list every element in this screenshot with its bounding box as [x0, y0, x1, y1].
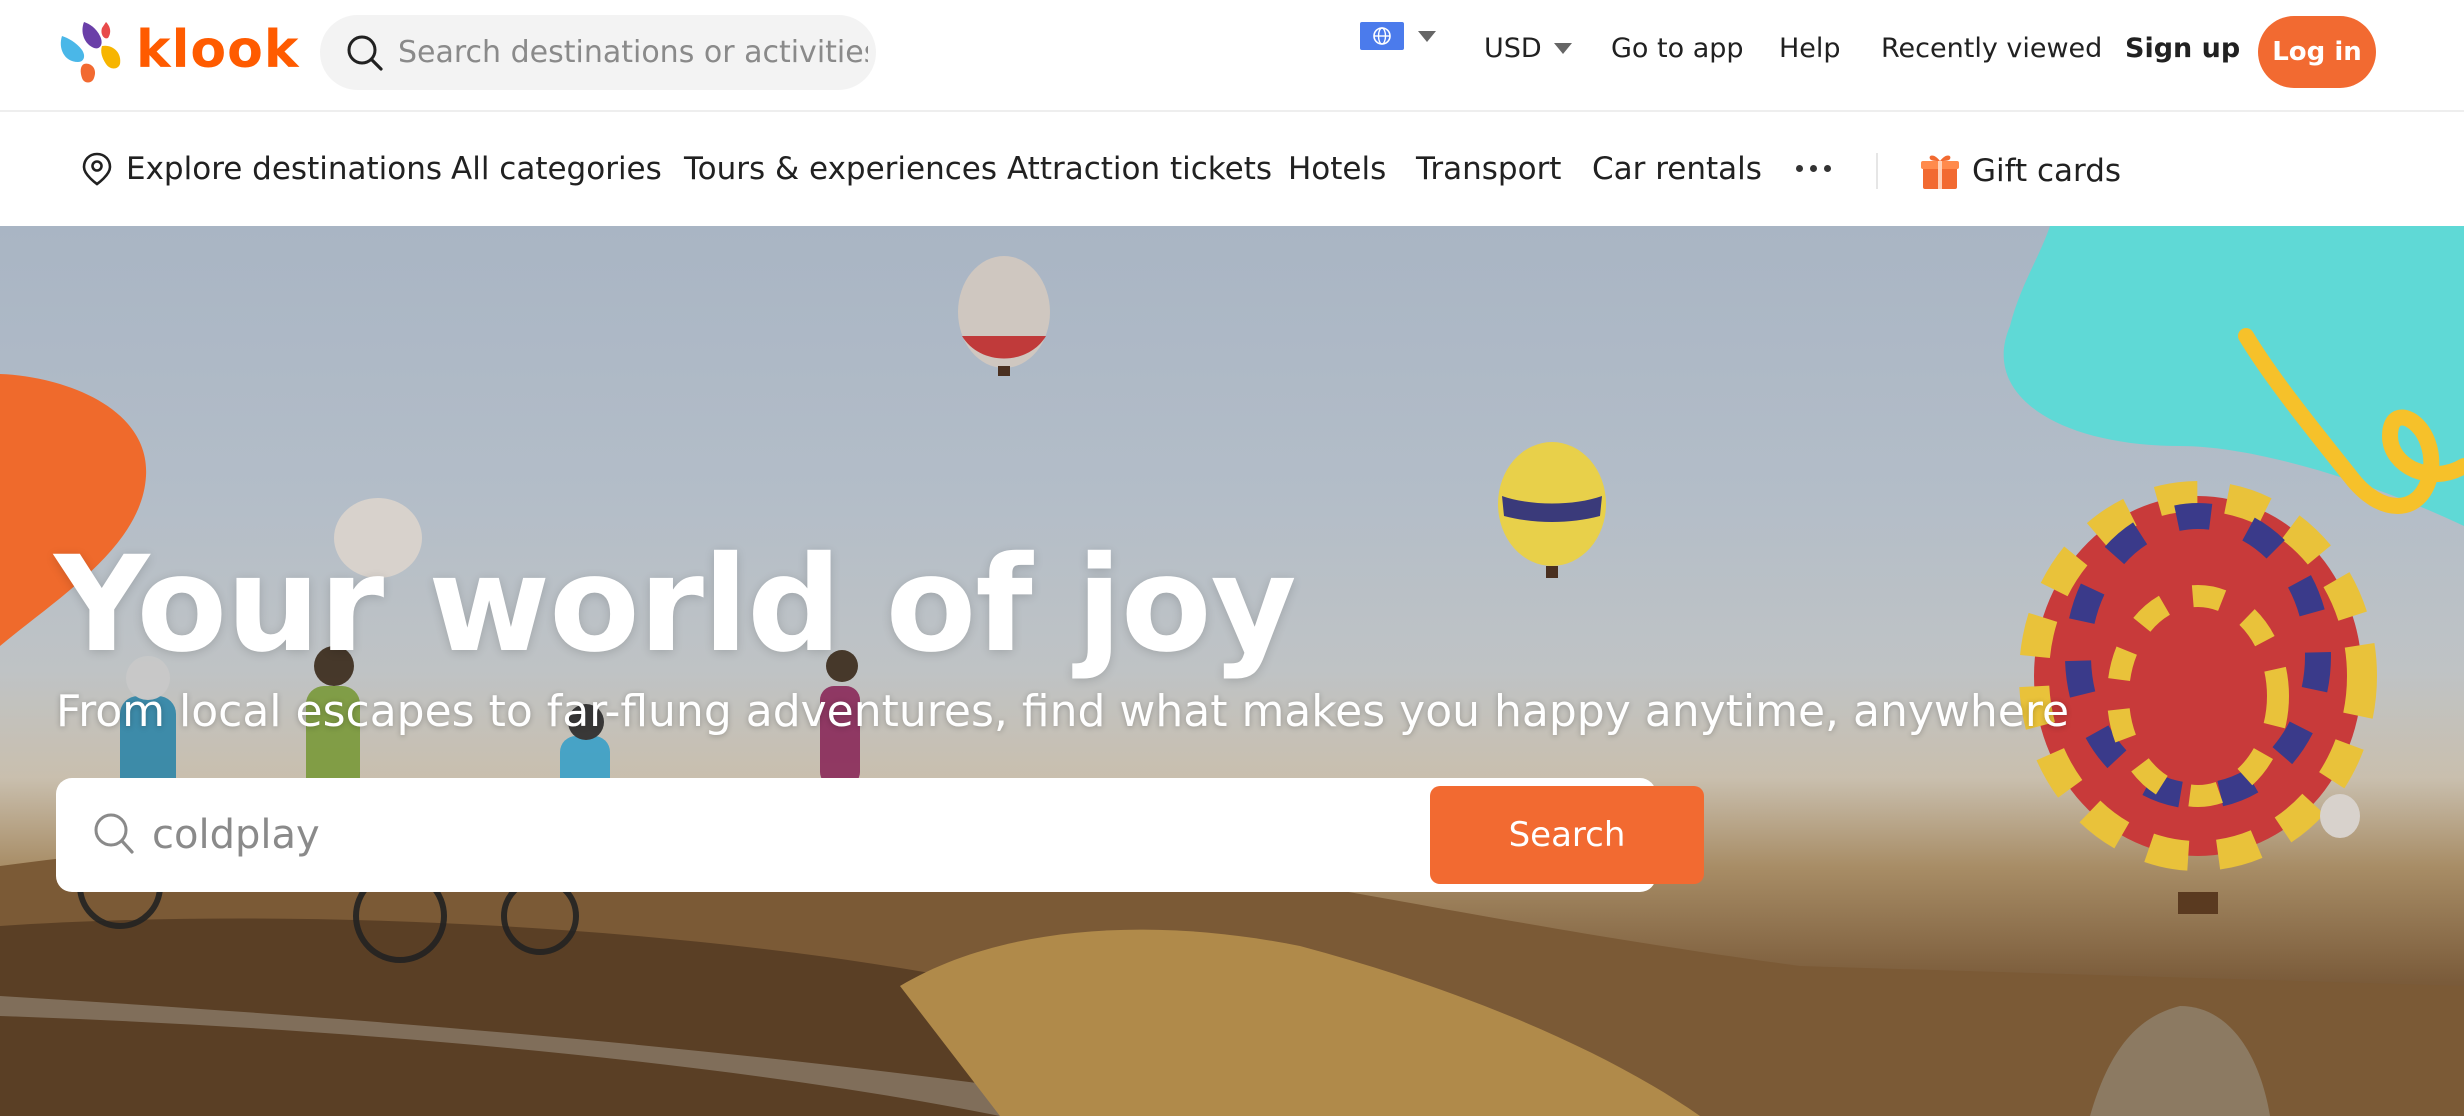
go-to-app-link[interactable]: Go to app: [1611, 33, 1744, 64]
nav-transport[interactable]: Transport: [1416, 151, 1561, 187]
language-selector[interactable]: [1360, 22, 1436, 50]
nav-tours-experiences[interactable]: Tours & experiences: [684, 151, 997, 187]
header-search-input[interactable]: [398, 35, 868, 70]
sign-up-link[interactable]: Sign up: [2125, 33, 2240, 64]
log-in-button[interactable]: Log in: [2258, 16, 2376, 88]
chevron-down-icon: [1553, 43, 1572, 54]
search-button[interactable]: Search: [1430, 786, 1704, 884]
nav-attraction-tickets[interactable]: Attraction tickets: [1007, 151, 1272, 187]
top-header: klook USD Go to app Help Recently viewed…: [0, 0, 2464, 112]
balloon-3: [1498, 442, 1606, 578]
nav-hotels[interactable]: Hotels: [1288, 151, 1386, 187]
nav-all-categories[interactable]: All categories: [451, 151, 662, 187]
nav-explore-destinations[interactable]: Explore destinations: [80, 151, 442, 187]
gift-icon: [1921, 155, 1959, 189]
hero-banner: Your world of joy From local escapes to …: [0, 226, 2464, 1116]
more-dots-icon[interactable]: [1796, 165, 1831, 172]
location-pin-icon: [82, 152, 112, 186]
nav-explore-label: Explore destinations: [126, 151, 443, 187]
hero-title: Your world of joy: [54, 528, 1297, 682]
currency-selector[interactable]: USD: [1484, 33, 1572, 64]
search-icon: [347, 35, 383, 71]
hero-search-box[interactable]: Search: [56, 778, 1704, 892]
nav-divider: [1876, 153, 1878, 189]
search-icon: [94, 813, 134, 854]
klook-logo-icon: [60, 22, 121, 83]
nav-car-rentals[interactable]: Car rentals: [1592, 151, 1762, 187]
hero-subtitle: From local escapes to far-flung adventur…: [56, 686, 2070, 737]
header-search-box[interactable]: [320, 15, 876, 90]
nav-gift-cards-label: Gift cards: [1972, 153, 2122, 189]
globe-icon: [1360, 22, 1404, 50]
klook-wordmark: klook: [136, 20, 300, 80]
balloon-1: [958, 256, 1050, 376]
klook-logo[interactable]: klook: [54, 18, 299, 88]
recently-viewed-link[interactable]: Recently viewed: [1881, 33, 2102, 64]
category-nav: Explore destinations All categories Tour…: [0, 113, 2464, 225]
balloon-4: [2019, 481, 2377, 914]
chevron-down-icon: [1418, 30, 1436, 42]
help-link[interactable]: Help: [1779, 33, 1841, 64]
hero-search-input[interactable]: [152, 806, 1352, 864]
nav-gift-cards[interactable]: Gift cards: [1920, 151, 2121, 191]
currency-label: USD: [1484, 33, 1542, 64]
